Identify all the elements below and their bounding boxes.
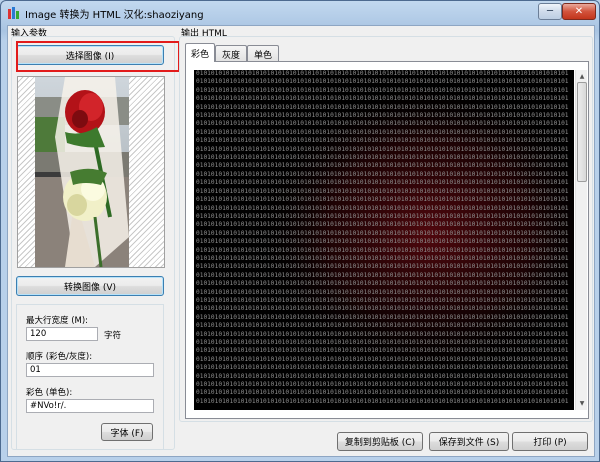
window-title: Image 转换为 HTML 汉化:shaoziyang: [25, 10, 204, 21]
scroll-up-icon[interactable]: ▲: [577, 71, 587, 81]
tab-color[interactable]: 彩色: [185, 43, 215, 62]
close-button[interactable]: ✕: [562, 3, 596, 20]
print-button[interactable]: 打印 (P): [512, 432, 588, 451]
order-input[interactable]: 01: [26, 363, 154, 377]
max-width-input[interactable]: 120: [26, 327, 98, 341]
client-area: 输入参数 选择图像 (I) 转换图像 (V) 最大行宽度 (M): 120 字符…: [7, 25, 595, 457]
vertical-scrollbar[interactable]: ▲ ▼: [575, 70, 587, 410]
rose-photo: [35, 77, 129, 267]
max-width-unit: 字符: [104, 331, 122, 341]
ascii-text: 0101010101010101010101010101010101010101…: [196, 70, 569, 405]
minimize-button[interactable]: ─: [538, 3, 562, 20]
title-bar: Image 转换为 HTML 汉化:shaoziyang ─ ✕: [1, 1, 599, 25]
copy-to-clipboard-button[interactable]: 复制到剪贴板 (C): [337, 432, 423, 451]
convert-image-button[interactable]: 转换图像 (V): [16, 276, 164, 296]
ascii-output-view[interactable]: 0101010101010101010101010101010101010101…: [194, 70, 574, 410]
app-icon: [8, 7, 19, 19]
tab-grayscale[interactable]: 灰度: [215, 45, 247, 62]
highlight-box: [16, 41, 180, 72]
max-width-label: 最大行宽度 (M):: [26, 316, 89, 326]
minimize-icon: ─: [546, 6, 554, 17]
app-window: Image 转换为 HTML 汉化:shaoziyang ─ ✕ 输入参数 选择…: [0, 0, 600, 462]
image-preview: [17, 76, 165, 268]
color-label: 彩色 (单色):: [26, 388, 73, 398]
color-input[interactable]: #NVo!r/.: [26, 399, 154, 413]
tab-monochrome[interactable]: 单色: [247, 45, 279, 62]
close-icon: ✕: [574, 6, 584, 17]
scroll-thumb[interactable]: [577, 82, 587, 182]
scroll-down-icon[interactable]: ▼: [577, 398, 587, 408]
order-label: 顺序 (彩色/灰度):: [26, 352, 93, 362]
font-button[interactable]: 字体 (F): [101, 423, 153, 441]
save-to-file-button[interactable]: 保存到文件 (S): [429, 432, 509, 451]
